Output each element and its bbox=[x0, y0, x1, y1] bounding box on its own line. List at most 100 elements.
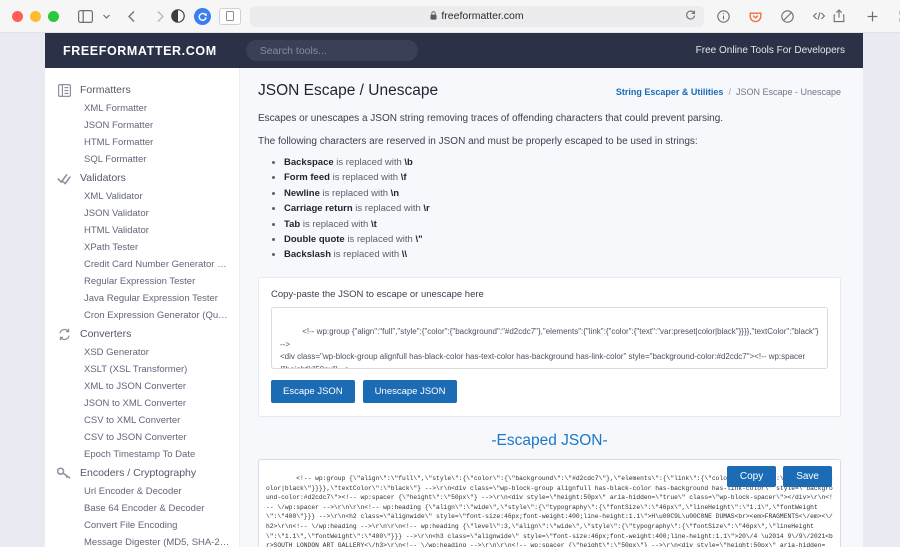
save-button[interactable]: Save bbox=[783, 466, 832, 487]
page-scrollbar[interactable] bbox=[856, 68, 863, 547]
site-logo[interactable]: FREEFORMATTER.COM bbox=[63, 44, 217, 58]
converters-refresh-icon bbox=[57, 327, 71, 341]
sidebar-item-url-encoder-decoder[interactable]: Url Encoder & Decoder bbox=[45, 483, 239, 500]
reserved-char-escape: \r bbox=[423, 203, 429, 214]
copy-button[interactable]: Copy bbox=[727, 466, 776, 487]
privacy-shield-icon[interactable] bbox=[170, 8, 186, 24]
json-input-textarea[interactable]: <!-- wp:group {"align":"full","style":{"… bbox=[271, 307, 828, 369]
sidebar-item-html-validator[interactable]: HTML Validator bbox=[45, 222, 239, 239]
sidebar-item-xpath-tester[interactable]: XPath Tester bbox=[45, 239, 239, 256]
close-window-button[interactable] bbox=[12, 11, 23, 22]
reserved-char-escape: \f bbox=[401, 172, 407, 183]
sidebar-item-sql-formatter[interactable]: SQL Formatter bbox=[45, 151, 239, 168]
reserved-char-escape: \t bbox=[371, 219, 377, 230]
info-icon[interactable] bbox=[713, 6, 733, 26]
sidebar-category-label: Validators bbox=[80, 172, 126, 184]
validators-check-icon bbox=[57, 171, 71, 185]
site-header: FREEFORMATTER.COM Search tools... Free O… bbox=[45, 33, 863, 68]
reserved-char-item: Backslash is replaced with \\ bbox=[284, 247, 841, 262]
reserved-char-item: Backspace is replaced with \b bbox=[284, 155, 841, 170]
unescape-json-button[interactable]: Unescape JSON bbox=[363, 380, 458, 403]
chevron-down-icon[interactable] bbox=[96, 6, 116, 26]
sidebar-category-label: Formatters bbox=[80, 84, 131, 96]
sidebar-item-java-regular-expression-tester[interactable]: Java Regular Expression Tester bbox=[45, 290, 239, 307]
action-buttons: Escape JSON Unescape JSON bbox=[271, 380, 828, 403]
reserved-chars-list: Backspace is replaced with \bForm feed i… bbox=[284, 155, 841, 263]
reserved-char-name: Backspace bbox=[284, 157, 334, 168]
search-tools-input[interactable]: Search tools... bbox=[246, 40, 418, 61]
reserved-char-escape: \\ bbox=[402, 249, 407, 260]
sidebar-item-html-formatter[interactable]: HTML Formatter bbox=[45, 134, 239, 151]
sidebar-category-validators[interactable]: Validators bbox=[45, 168, 239, 188]
reserved-char-escape: \b bbox=[404, 157, 412, 168]
minimize-window-button[interactable] bbox=[30, 11, 41, 22]
grammarly-extension-icon[interactable] bbox=[194, 8, 211, 25]
escaped-json-heading: -Escaped JSON- bbox=[258, 432, 841, 450]
search-tools-placeholder: Search tools... bbox=[260, 45, 327, 57]
reserved-char-name: Backslash bbox=[284, 249, 331, 260]
json-input-value: <!-- wp:group {"align":"full","style":{"… bbox=[280, 327, 821, 369]
sidebar-category-label: Converters bbox=[80, 328, 131, 340]
escaped-json-output[interactable]: <!-- wp:group {\"align\":\"full\",\"styl… bbox=[258, 459, 841, 547]
sidebar-item-credit-card-number-generator[interactable]: Credit Card Number Generator & ... bbox=[45, 256, 239, 273]
sidebar-item-csv-to-json-converter[interactable]: CSV to JSON Converter bbox=[45, 429, 239, 446]
reserved-char-phrase: is replaced with bbox=[334, 157, 405, 168]
escape-json-button[interactable]: Escape JSON bbox=[271, 380, 355, 403]
sidebar-category-formatters[interactable]: Formatters bbox=[45, 80, 239, 100]
reserved-char-phrase: is replaced with bbox=[345, 234, 416, 245]
reserved-char-name: Newline bbox=[284, 188, 320, 199]
code-icon[interactable] bbox=[809, 6, 829, 26]
sidebar-item-convert-file-encoding[interactable]: Convert File Encoding bbox=[45, 517, 239, 534]
reserved-char-escape: \" bbox=[415, 234, 422, 245]
sidebar-nav: FormattersXML FormatterJSON FormatterHTM… bbox=[45, 68, 240, 547]
reserved-char-phrase: is replaced with bbox=[320, 188, 391, 199]
reserved-char-name: Form feed bbox=[284, 172, 330, 183]
reload-icon[interactable] bbox=[685, 9, 696, 23]
new-tab-icon[interactable] bbox=[862, 6, 882, 26]
encoders-key-icon bbox=[57, 466, 71, 480]
page-view-icon[interactable] bbox=[219, 8, 241, 25]
sidebar-item-regular-expression-tester[interactable]: Regular Expression Tester bbox=[45, 273, 239, 290]
forward-arrow-icon[interactable] bbox=[150, 6, 170, 26]
reserved-char-item: Form feed is replaced with \f bbox=[284, 170, 841, 185]
sidebar-item-json-to-xml-converter[interactable]: JSON to XML Converter bbox=[45, 395, 239, 412]
reserved-char-item: Double quote is replaced with \" bbox=[284, 232, 841, 247]
reserved-char-item: Newline is replaced with \n bbox=[284, 186, 841, 201]
resize-grip-icon[interactable] bbox=[818, 359, 825, 366]
sidebar-item-xml-formatter[interactable]: XML Formatter bbox=[45, 100, 239, 117]
lock-icon bbox=[430, 11, 437, 22]
sidebar-item-json-formatter[interactable]: JSON Formatter bbox=[45, 117, 239, 134]
sidebar-item-epoch-timestamp-to-date[interactable]: Epoch Timestamp To Date bbox=[45, 446, 239, 463]
reserved-char-phrase: is replaced with bbox=[331, 249, 402, 260]
breadcrumb-parent-link[interactable]: String Escaper & Utilities bbox=[616, 87, 724, 97]
sidebar-item-cron-expression-generator-quartz[interactable]: Cron Expression Generator (Quartz) bbox=[45, 307, 239, 324]
block-icon[interactable] bbox=[777, 6, 797, 26]
sidebar-category-encoders-cryptography[interactable]: Encoders / Cryptography bbox=[45, 463, 239, 483]
breadcrumb: String Escaper & Utilities / JSON Escape… bbox=[616, 87, 841, 97]
site-tagline: Free Online Tools For Developers bbox=[696, 45, 845, 56]
page-title: JSON Escape / Unescape bbox=[258, 82, 438, 100]
sidebar-item-xsd-generator[interactable]: XSD Generator bbox=[45, 344, 239, 361]
tab-overview-icon[interactable] bbox=[895, 6, 900, 26]
page-viewport: FREEFORMATTER.COM Search tools... Free O… bbox=[0, 33, 900, 547]
sidebar-item-xslt-xsl-transformer[interactable]: XSLT (XSL Transformer) bbox=[45, 361, 239, 378]
sidebar-item-xml-to-json-converter[interactable]: XML to JSON Converter bbox=[45, 378, 239, 395]
sidebar-item-json-validator[interactable]: JSON Validator bbox=[45, 205, 239, 222]
address-bar[interactable]: freeformatter.com bbox=[250, 6, 704, 27]
reserved-char-name: Tab bbox=[284, 219, 300, 230]
maximize-window-button[interactable] bbox=[48, 11, 59, 22]
sidebar-category-converters[interactable]: Converters bbox=[45, 324, 239, 344]
pocket-icon[interactable] bbox=[745, 6, 765, 26]
sidebar-item-csv-to-xml-converter[interactable]: CSV to XML Converter bbox=[45, 412, 239, 429]
reserved-chars-intro: The following characters are reserved in… bbox=[258, 136, 841, 147]
reserved-char-item: Carriage return is replaced with \r bbox=[284, 201, 841, 216]
back-arrow-icon[interactable] bbox=[122, 6, 142, 26]
sidebar-item-xml-validator[interactable]: XML Validator bbox=[45, 188, 239, 205]
sidebar-item-base-64-encoder-decoder[interactable]: Base 64 Encoder & Decoder bbox=[45, 500, 239, 517]
reserved-char-name: Double quote bbox=[284, 234, 345, 245]
share-icon[interactable] bbox=[829, 6, 849, 26]
window-traffic-lights bbox=[12, 11, 59, 22]
page-description: Escapes or unescapes a JSON string remov… bbox=[258, 113, 841, 124]
sidebar-item-message-digester-md5-sha-256[interactable]: Message Digester (MD5, SHA-256, ... bbox=[45, 534, 239, 547]
sidebar-toggle-icon[interactable] bbox=[75, 6, 95, 26]
